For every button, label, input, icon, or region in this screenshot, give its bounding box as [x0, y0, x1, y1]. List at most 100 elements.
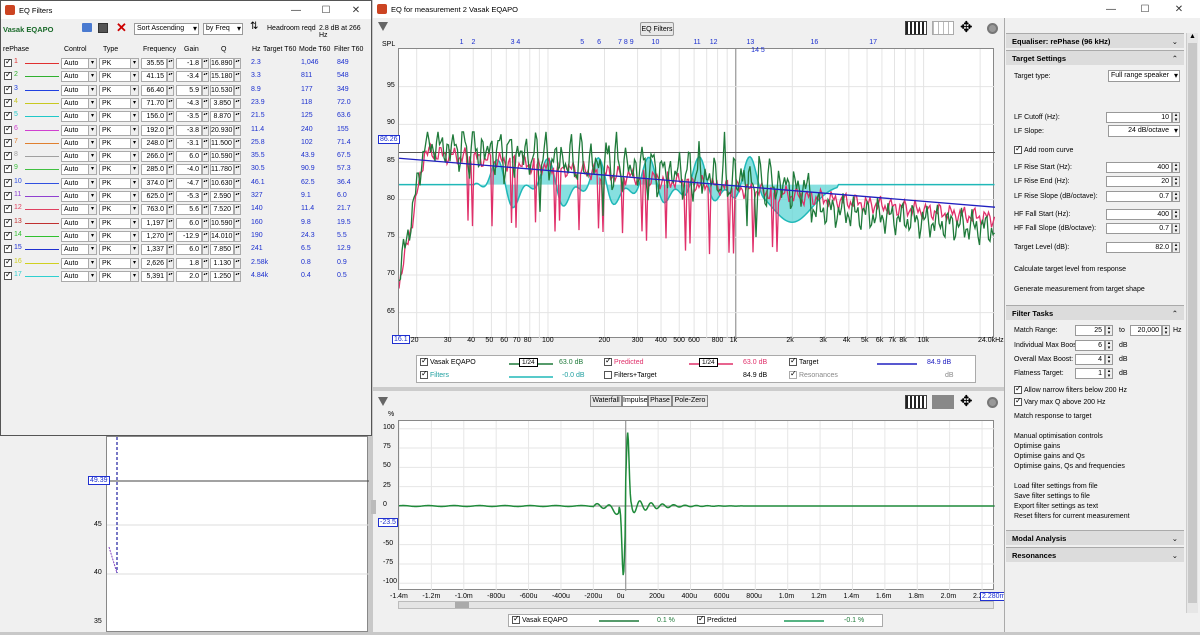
target-settings-section[interactable]: Target Settings ⌃	[1006, 50, 1184, 65]
rephase-checkbox[interactable]: ✓	[4, 245, 12, 253]
frequency-input[interactable]: 248.0	[141, 138, 167, 149]
q-spinner[interactable]: ▴▾	[234, 125, 241, 136]
export-settings-link[interactable]: Export filter settings as text	[1014, 503, 1098, 510]
close-icon[interactable]: ✕	[341, 1, 371, 19]
vasak-checkbox[interactable]	[420, 358, 428, 366]
filter-marker[interactable]: 7 8 9	[618, 39, 634, 46]
table-row[interactable]: ✓ 14 Auto ▾ PK ▾ 1,270 ▴▾ -12.9 ▴▾ 14.010 ▴▾ 190 24.3…	[1, 230, 371, 243]
by-select[interactable]: by Freq	[203, 23, 243, 35]
dropdown-icon[interactable]: ▾	[88, 151, 97, 162]
dropdown-icon[interactable]: ▾	[88, 125, 97, 136]
q-spinner[interactable]: ▴▾	[234, 204, 241, 215]
rephase-checkbox[interactable]: ✓	[4, 205, 12, 213]
dropdown-icon[interactable]: ▾	[88, 71, 97, 82]
lf-cutoff-spinner[interactable]: ▴ ▾	[1172, 112, 1180, 123]
add-room-checkbox[interactable]	[1014, 146, 1022, 154]
q-input[interactable]: 20.930	[210, 125, 234, 136]
graph-layout-icon[interactable]	[905, 395, 927, 409]
match-lo-input[interactable]: 25	[1075, 325, 1105, 336]
frequency-input[interactable]: 71.70	[141, 98, 167, 109]
gain-spinner[interactable]: ▴▾	[202, 71, 209, 82]
graph-layout-icon[interactable]	[905, 21, 927, 35]
q-spinner[interactable]: ▴▾	[234, 218, 241, 229]
q-spinner[interactable]: ▴▾	[234, 98, 241, 109]
gain-spinner[interactable]: ▴▾	[202, 125, 209, 136]
q-spinner[interactable]: ▴▾	[234, 244, 241, 255]
impulse-hscroll-thumb[interactable]	[455, 602, 469, 608]
frequency-spinner[interactable]: ▴▾	[167, 98, 174, 109]
opt-gains-link[interactable]: Optimise gains	[1014, 443, 1060, 450]
q-spinner[interactable]: ▴▾	[234, 271, 241, 282]
filter-marker[interactable]: 6	[597, 39, 601, 46]
gain-spinner[interactable]: ▴▾	[202, 178, 209, 189]
dropdown-icon[interactable]: ▾	[88, 231, 97, 242]
hf-fall-slope-spinner[interactable]: ▴ ▾	[1172, 223, 1180, 234]
dropdown-icon[interactable]: ▾	[88, 138, 97, 149]
frequency-spinner[interactable]: ▴▾	[167, 138, 174, 149]
frequency-input[interactable]: 5,391	[141, 271, 167, 282]
equaliser-section[interactable]: Equaliser: rePhase (96 kHz) ⌄	[1006, 33, 1184, 48]
gain-spinner[interactable]: ▴▾	[202, 204, 209, 215]
load-settings-link[interactable]: Load filter settings from file	[1014, 483, 1098, 490]
dropdown-icon[interactable]: ▾	[130, 218, 139, 229]
q-input[interactable]: 1.130	[210, 258, 234, 269]
table-row[interactable]: ✓ 16 Auto ▾ PK ▾ 2,626 ▴▾ 1.8 ▴▾ 1.130 ▴▾ 2.58k 0.8 0.…	[1, 257, 371, 270]
q-input[interactable]: 15.180	[210, 71, 234, 82]
filter-marker[interactable]: 10	[652, 39, 660, 46]
gain-input[interactable]: -5.3	[176, 191, 202, 202]
match-hi-spinner[interactable]: ▴ ▾	[1162, 325, 1170, 336]
gain-spinner[interactable]: ▴▾	[202, 151, 209, 162]
frequency-input[interactable]: 2,626	[141, 258, 167, 269]
gain-spinner[interactable]: ▴▾	[202, 231, 209, 242]
dropdown-icon[interactable]: ▾	[88, 258, 97, 269]
rephase-checkbox[interactable]: ✓	[4, 232, 12, 240]
dropdown-icon[interactable]: ▾	[130, 151, 139, 162]
table-row[interactable]: ✓ 3 Auto ▾ PK ▾ 66.40 ▴▾ 5.9 ▴▾ 10.530 ▴▾ 8.9 177 349	[1, 84, 371, 97]
rephase-checkbox[interactable]: ✓	[4, 259, 12, 267]
frequency-spinner[interactable]: ▴▾	[167, 58, 174, 69]
legend-resonances[interactable]: Resonances	[789, 371, 838, 379]
dropdown-icon[interactable]: ▾	[130, 71, 139, 82]
table-row[interactable]: ✓ 13 Auto ▾ PK ▾ 1,197 ▴▾ 6.0 ▴▾ 10.590 ▴▾ 160 9.8 19.…	[1, 217, 371, 230]
predicted-checkbox[interactable]	[604, 358, 612, 366]
calc-target-link[interactable]: Calculate target level from response	[1014, 266, 1126, 273]
frequency-spinner[interactable]: ▴▾	[167, 125, 174, 136]
gain-input[interactable]: -4.0	[176, 164, 202, 175]
dropdown-icon[interactable]: ▾	[130, 164, 139, 175]
filters-checkbox[interactable]	[420, 371, 428, 379]
dropdown-icon[interactable]: ▾	[88, 218, 97, 229]
frequency-input[interactable]: 285.0	[141, 164, 167, 175]
frequency-input[interactable]: 1,270	[141, 231, 167, 242]
gain-input[interactable]: 5.6	[176, 204, 202, 215]
frequency-spinner[interactable]: ▴▾	[167, 151, 174, 162]
dropdown-icon[interactable]: ▾	[88, 271, 97, 282]
gain-input[interactable]: -1.8	[176, 58, 202, 69]
lf-rise-slope-input[interactable]: 0.7	[1106, 191, 1172, 202]
target-level-spinner[interactable]: ▴ ▾	[1172, 242, 1180, 253]
rephase-checkbox[interactable]: ✓	[4, 152, 12, 160]
gain-input[interactable]: -3.5	[176, 111, 202, 122]
hf-fall-start-spinner[interactable]: ▴ ▾	[1172, 209, 1180, 220]
flatness-spinner[interactable]: ▴ ▾	[1105, 368, 1113, 379]
lf-rise-end-spinner[interactable]: ▴ ▾	[1172, 176, 1180, 187]
match-response-link[interactable]: Match response to target	[1014, 413, 1091, 420]
table-row[interactable]: ✓ 1 Auto ▾ PK ▾ 35.55 ▴▾ -1.8 ▴▾ 16.890 ▴▾ 2.3 1,046 8…	[1, 57, 371, 70]
table-row[interactable]: ✓ 4 Auto ▾ PK ▾ 71.70 ▴▾ -4.3 ▴▾ 3.850 ▴▾ 23.9 118 72.…	[1, 97, 371, 110]
reset-filters-link[interactable]: Reset filters for current measurement	[1014, 513, 1130, 520]
save-settings-link[interactable]: Save filter settings to file	[1014, 493, 1090, 500]
table-row[interactable]: ✓ 8 Auto ▾ PK ▾ 266.0 ▴▾ 6.0 ▴▾ 10.590 ▴▾ 35.5 43.9 67…	[1, 150, 371, 163]
filter-tasks-section[interactable]: Filter Tasks ⌃	[1006, 305, 1184, 320]
frequency-spinner[interactable]: ▴▾	[167, 244, 174, 255]
filter-marker[interactable]: 14 5	[751, 47, 765, 54]
q-input[interactable]: 7.850	[210, 244, 234, 255]
overall-boost-input[interactable]: 4	[1075, 354, 1105, 365]
allow-narrow[interactable]: Allow narrow filters below 200 Hz	[1014, 386, 1127, 394]
table-row[interactable]: ✓ 12 Auto ▾ PK ▾ 763.0 ▴▾ 5.6 ▴▾ 7.520 ▴▾ 140 11.4 21.…	[1, 203, 371, 216]
lf-rise-start-input[interactable]: 400	[1106, 162, 1172, 173]
rephase-checkbox[interactable]: ✓	[4, 139, 12, 147]
tab-phase[interactable]: Phase	[648, 395, 672, 407]
table-row[interactable]: ✓ 15 Auto ▾ PK ▾ 1,337 ▴▾ 6.0 ▴▾ 7.850 ▴▾ 241 6.5 12.9	[1, 243, 371, 256]
rephase-checkbox[interactable]: ✓	[4, 272, 12, 280]
q-spinner[interactable]: ▴▾	[234, 71, 241, 82]
frequency-spinner[interactable]: ▴▾	[167, 111, 174, 122]
